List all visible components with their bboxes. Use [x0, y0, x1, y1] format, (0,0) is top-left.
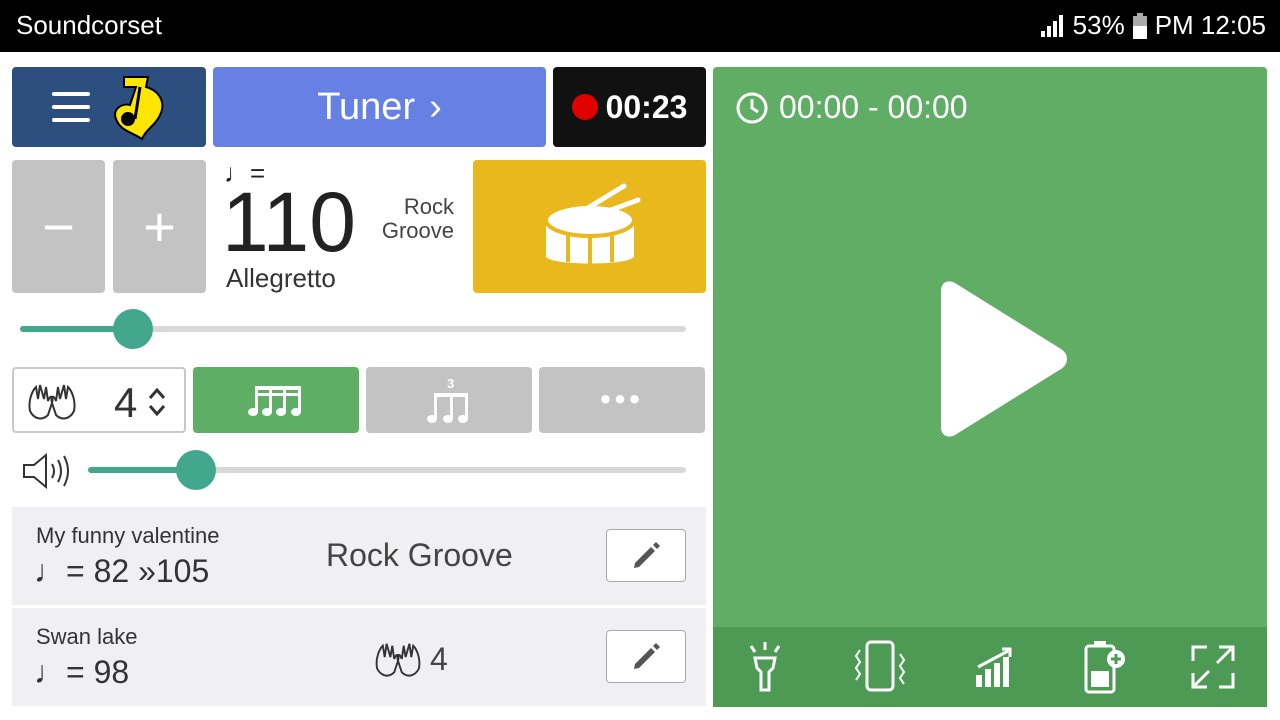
pencil-icon — [634, 642, 660, 669]
record-button[interactable]: 00:23 — [553, 67, 706, 147]
edit-button[interactable] — [606, 630, 686, 683]
groove-name: Rock Groove — [381, 194, 454, 244]
battery-percent: 53% — [1072, 10, 1125, 40]
drum-icon — [543, 183, 640, 266]
song-tempo: ♩= 98 — [34, 654, 130, 690]
more-dots-icon: ••• — [600, 383, 644, 416]
hands-icon — [28, 384, 76, 420]
clock-icon — [736, 92, 768, 123]
plus-icon: + — [143, 195, 176, 258]
beats-per-measure[interactable]: 4 — [12, 367, 186, 433]
song-title: Swan lake — [36, 624, 138, 649]
record-time: 00:23 — [605, 88, 688, 125]
tempo-slider-knob[interactable] — [113, 309, 154, 349]
app-logo-icon — [114, 76, 164, 141]
song-tempo: ♩= 82 »105 — [34, 553, 210, 589]
time-range-text: 00:00 - 00:00 — [779, 89, 968, 125]
signal-icon — [1040, 14, 1063, 37]
battery-icon — [1132, 12, 1147, 39]
flashlight-icon[interactable] — [745, 640, 785, 694]
tempo-slider[interactable] — [20, 309, 686, 349]
tuner-button[interactable]: Tuner › — [213, 67, 546, 147]
speaker-icon[interactable] — [22, 452, 74, 490]
triplet-notes-icon: 3 — [427, 376, 468, 423]
player-panel: 00:00 - 00:00 — [713, 67, 1267, 707]
list-item[interactable]: My funny valentine ♩= 82 »105 Rock Groov… — [12, 507, 706, 605]
app-title: Soundcorset — [16, 10, 162, 40]
battery-plus-icon[interactable] — [1082, 639, 1126, 695]
clock-time: PM 12:05 — [1154, 10, 1266, 40]
edit-button[interactable] — [606, 529, 686, 582]
time-range: 00:00 - 00:00 — [735, 89, 968, 126]
play-icon[interactable] — [931, 279, 1071, 439]
tempo-plus-button[interactable]: + — [113, 160, 206, 293]
tempo-name: Allegretto — [226, 263, 336, 293]
record-dot-icon — [571, 94, 598, 120]
beats-value: 4 — [114, 379, 138, 426]
sixteenth-notes-icon — [248, 386, 301, 416]
minus-icon: − — [42, 195, 75, 258]
triplet-number: 3 — [447, 376, 454, 391]
status-right: 53% PM 12:05 — [1039, 10, 1266, 41]
player-toolbar — [713, 627, 1267, 707]
song-title: My funny valentine — [36, 523, 220, 548]
subdivision-sixteenth-button[interactable] — [193, 367, 359, 433]
list-item[interactable]: Swan lake ♩= 98 4 — [12, 608, 706, 706]
tuner-label: Tuner — [317, 85, 416, 128]
tempo-minus-button[interactable]: − — [12, 160, 105, 293]
subdivision-more-button[interactable]: ••• — [539, 367, 705, 433]
song-beats-value: 4 — [430, 640, 448, 677]
song-rhythm: Rock Groove — [326, 537, 513, 573]
subdivision-triplet-button[interactable]: 3 — [366, 367, 532, 433]
signal-bars-icon[interactable] — [974, 645, 1018, 689]
hands-icon — [375, 643, 421, 677]
hamburger-icon — [52, 92, 90, 122]
volume-slider-knob[interactable] — [175, 450, 216, 490]
volume-slider[interactable] — [88, 450, 686, 490]
menu-button[interactable] — [12, 67, 206, 147]
rhythm-button[interactable] — [473, 160, 706, 293]
chevron-right-icon: › — [429, 85, 442, 128]
updown-arrows-icon[interactable] — [148, 387, 166, 417]
bpm-value[interactable]: 110 — [222, 180, 356, 264]
song-beats: 4 — [372, 640, 448, 678]
vibrate-icon[interactable] — [850, 640, 910, 694]
pencil-icon — [634, 541, 660, 568]
status-bar: Soundcorset 53% PM 12:05 — [0, 0, 1280, 52]
fullscreen-icon[interactable] — [1191, 645, 1235, 689]
